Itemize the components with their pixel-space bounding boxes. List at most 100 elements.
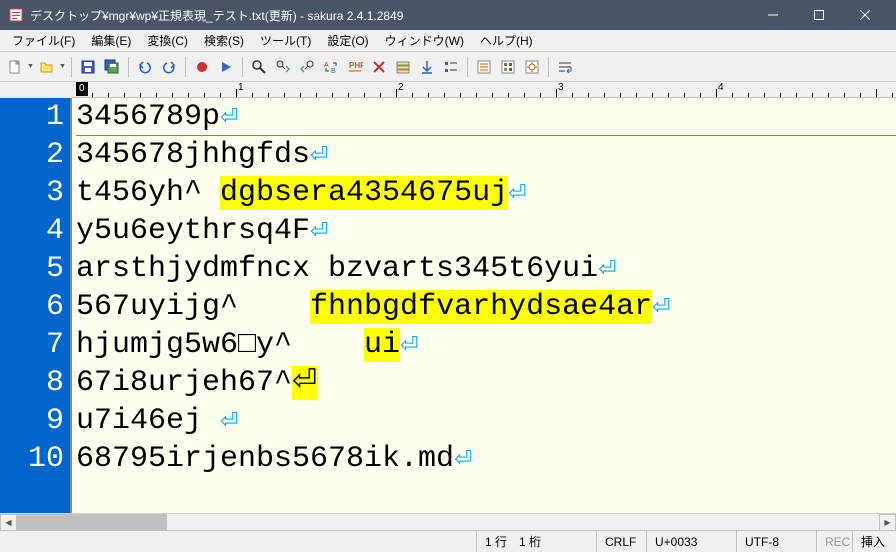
menu-help[interactable]: ヘルプ(H) [472,30,541,51]
menu-convert[interactable]: 変換(C) [139,30,196,51]
line-number: 2 [0,136,64,174]
svg-text:PHP: PHP [349,61,363,70]
highlighted-text: dgbsera4354675uj [220,176,508,210]
eol-icon: ⏎ [310,144,328,169]
svg-text:A: A [324,62,329,69]
text-line[interactable]: 3456789p⏎ [76,98,896,136]
status-message [0,531,476,552]
menubar: ファイル(F) 編集(E) 変換(C) 検索(S) ツール(T) 設定(O) ウ… [0,30,896,52]
menu-tool[interactable]: ツール(T) [252,30,319,51]
eol-icon: ⏎ [454,448,472,473]
eol-icon: ⏎ [220,106,238,131]
text-area[interactable]: 3456789p⏎345678jhhgfds⏎t456yh^ dgbsera43… [72,98,896,513]
text-line[interactable]: arsthjydmfncx bzvarts345t6yui⏎ [76,250,896,288]
line-number: 3 [0,174,64,212]
text-line[interactable]: 567uyijg^ fhnbgdfvarhydsae4ar⏎ [76,288,896,326]
text-segment: 68795irjenbs5678ik.md [76,442,454,476]
menu-search[interactable]: 検索(S) [196,30,252,51]
line-number: 10 [0,440,64,478]
grep-button[interactable] [392,56,414,78]
line-number: 4 [0,212,64,250]
text-line[interactable]: u7i46ej ⏎ [76,402,896,440]
dropdown-icon[interactable]: ▼ [59,63,66,70]
toolbar-separator [128,57,129,77]
play-macro-button[interactable] [215,56,237,78]
search-next-button[interactable] [272,56,294,78]
close-button[interactable] [842,0,888,30]
jump-button[interactable] [416,56,438,78]
scroll-right-button[interactable]: ▶ [879,514,896,531]
settings-button[interactable] [497,56,519,78]
open-file-button[interactable] [36,56,58,78]
text-line[interactable]: y5u6eythrsq4F⏎ [76,212,896,250]
clear-mark-button[interactable] [368,56,390,78]
status-codepoint: U+0033 [646,531,736,552]
text-line[interactable]: hjumjg5w6□y^ ui⏎ [76,326,896,364]
line-number: 8 [0,364,64,402]
scroll-track[interactable] [17,514,879,530]
text-line[interactable]: 68795irjenbs5678ik.md⏎ [76,440,896,478]
text-line[interactable]: 345678jhhgfds⏎ [76,136,896,174]
menu-setting[interactable]: 設定(O) [319,30,376,51]
window-controls [750,0,888,30]
highlighted-text: ⏎ [292,366,317,400]
save-all-button[interactable] [101,56,123,78]
eol-icon: ⏎ [310,220,328,245]
status-encoding: UTF-8 [736,531,816,552]
scroll-thumb[interactable] [17,514,167,530]
text-line[interactable]: t456yh^ dgbsera4354675uj⏎ [76,174,896,212]
search-mark-button[interactable]: PHP [344,56,366,78]
type-list-button[interactable] [473,56,495,78]
minimize-button[interactable] [750,0,796,30]
eol-icon: ⏎ [220,410,238,435]
menu-file[interactable]: ファイル(F) [4,30,83,51]
new-file-button[interactable] [4,56,26,78]
statusbar: 1 行 1 桁 CRLF U+0033 UTF-8 REC 挿入 [0,530,896,552]
svg-text:B: B [331,68,336,75]
outline-button[interactable] [440,56,462,78]
highlighted-text: fhnbgdfvarhydsae4ar [310,290,652,324]
text-segment: 567uyijg^ [76,290,310,324]
redo-button[interactable] [158,56,180,78]
line-number: 9 [0,402,64,440]
record-macro-button[interactable] [191,56,213,78]
dropdown-icon[interactable]: ▼ [27,63,34,70]
text-segment: 67i8urjeh67^ [76,366,292,400]
search-button[interactable] [248,56,270,78]
status-insert-mode[interactable]: 挿入 [852,531,896,552]
line-number: 6 [0,288,64,326]
eol-icon: ⏎ [508,182,526,207]
scroll-left-button[interactable]: ◀ [0,514,17,531]
maximize-button[interactable] [796,0,842,30]
search-prev-button[interactable] [296,56,318,78]
toolbar-separator [548,57,549,77]
text-segment: arsthjydmfncx bzvarts345t6yui [76,252,598,286]
menu-window[interactable]: ウィンドウ(W) [377,30,472,51]
undo-button[interactable] [134,56,156,78]
common-settings-button[interactable] [521,56,543,78]
editor: 12345678910 3456789p⏎345678jhhgfds⏎t456y… [0,98,896,513]
status-position: 1 行 1 桁 [476,531,596,552]
eol-icon: ⏎ [400,334,418,359]
menu-edit[interactable]: 編集(E) [83,30,139,51]
toolbar: ▼ ▼ AB PHP [0,52,896,82]
line-number: 5 [0,250,64,288]
toolbar-separator [242,57,243,77]
eol-icon: ⏎ [652,296,670,321]
ruler: 0 1234 [72,82,896,98]
text-line[interactable]: 67i8urjeh67^⏎ [76,364,896,402]
wrap-settings-button[interactable] [554,56,576,78]
ruler-position: 0 [76,82,88,96]
eol-icon: ⏎ [598,258,616,283]
replace-button[interactable]: AB [320,56,342,78]
text-segment: y5u6eythrsq4F [76,214,310,248]
horizontal-scrollbar[interactable]: ◀ ▶ [0,513,896,530]
save-button[interactable] [77,56,99,78]
line-number-gutter: 12345678910 [0,98,72,513]
status-rec[interactable]: REC [816,531,852,552]
text-segment: 3456789p [76,100,220,134]
highlighted-text: ui [364,328,400,362]
text-segment: hjumjg5w6□y^ [76,328,364,362]
toolbar-separator [467,57,468,77]
text-segment: t456yh^ [76,176,220,210]
